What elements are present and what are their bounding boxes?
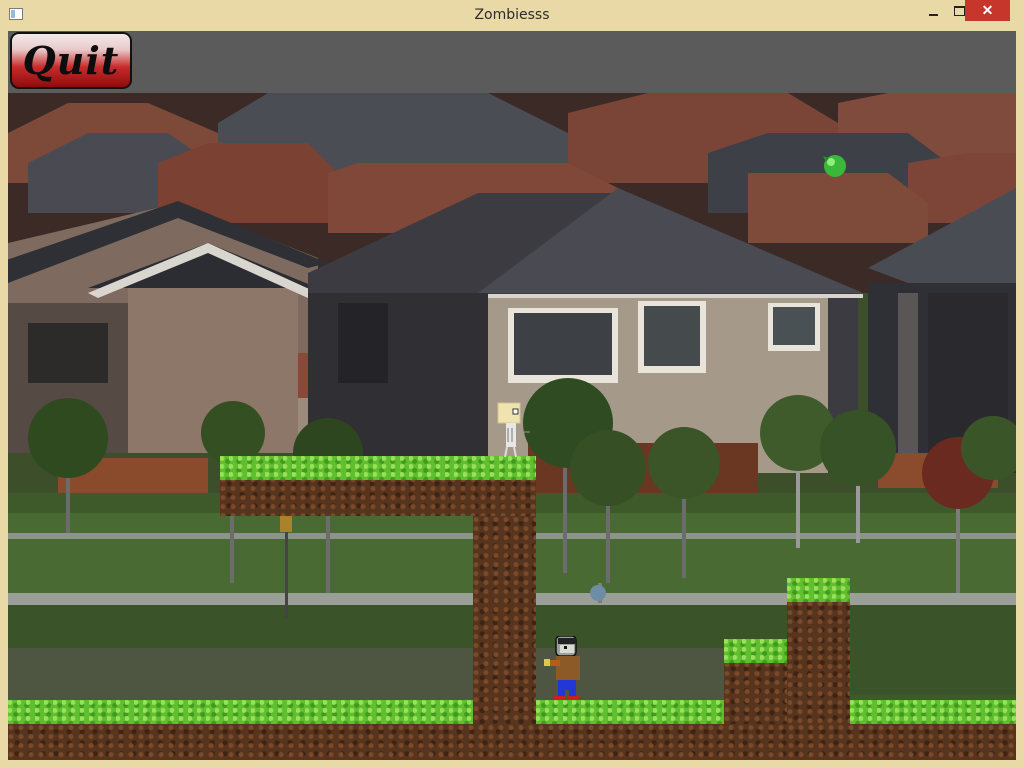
platform-upper-dirt [220, 476, 536, 516]
ground-grass-right [850, 700, 1016, 724]
step-low-grass [724, 639, 787, 663]
minimize-button[interactable] [920, 0, 946, 21]
ground-grass-middle [536, 700, 724, 724]
step-high-grass [787, 578, 850, 602]
ground-grass-left [8, 700, 473, 724]
window-title: Zombiesss [474, 7, 550, 23]
hud-bar: Quit [8, 31, 1016, 93]
maximize-icon [953, 5, 965, 16]
close-button[interactable]: ✕ [965, 0, 1010, 21]
green-orb-icon[interactable] [821, 151, 849, 179]
platform-upper-grass [220, 456, 536, 480]
title-bar[interactable]: Zombiesss ✕ [0, 0, 1024, 30]
game-viewport[interactable] [8, 93, 1016, 760]
zombie-player-sprite[interactable] [544, 636, 584, 700]
ground-dirt [8, 724, 1016, 760]
window-frame: Zombiesss ✕ Quit [0, 0, 1024, 768]
survivor-sprite[interactable] [497, 402, 531, 458]
quit-button[interactable]: Quit [10, 32, 132, 89]
minimize-icon [928, 13, 938, 16]
